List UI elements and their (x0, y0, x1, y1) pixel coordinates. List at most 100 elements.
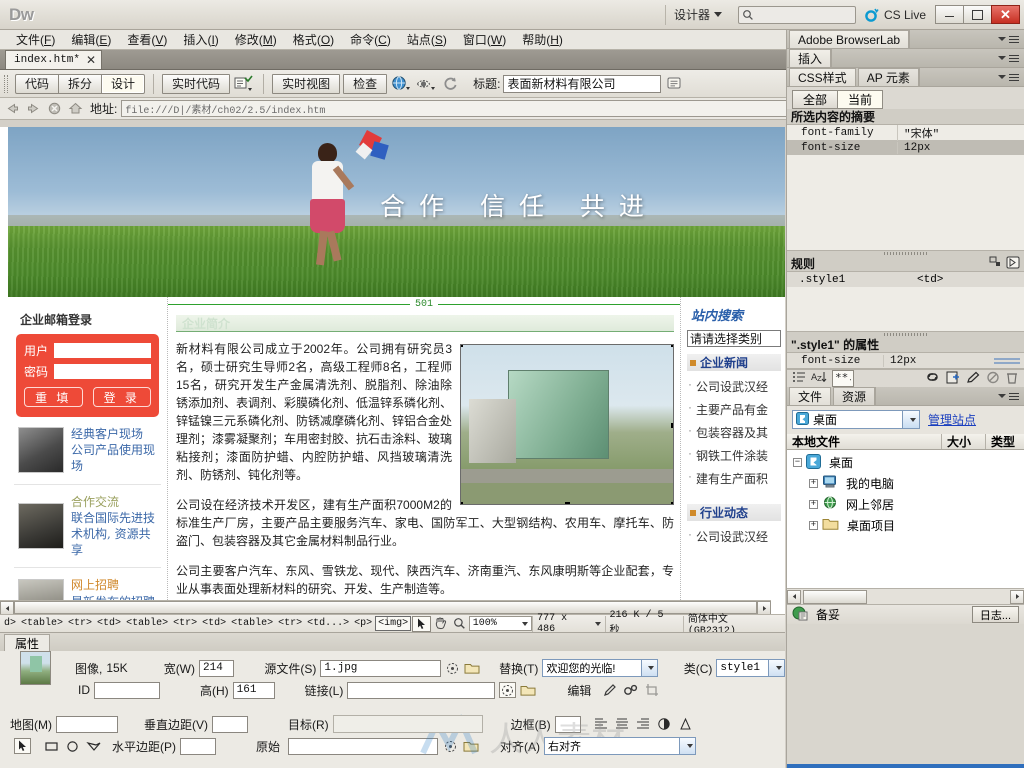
toolbar-grip[interactable] (4, 74, 8, 93)
files-panel-options[interactable] (875, 387, 1024, 405)
log-button[interactable]: 日志... (971, 606, 1019, 623)
width-input[interactable]: 214 (199, 659, 235, 677)
css-prop-row[interactable]: font-size 12px (787, 353, 1024, 368)
tree-row-my-computer[interactable]: + 我的电脑 (787, 473, 1024, 494)
align-left-icon[interactable] (593, 716, 610, 732)
tab-insert[interactable]: 插入 (789, 49, 832, 67)
stop-icon[interactable] (46, 100, 63, 117)
css-prop-stepper-icon[interactable] (994, 357, 1024, 364)
class-select[interactable]: style1 (716, 659, 786, 677)
col-type[interactable]: 类型 (986, 434, 1024, 449)
mail-pass-input[interactable] (54, 364, 151, 379)
tab-files[interactable]: 文件 (789, 387, 832, 405)
tag-chip[interactable]: <tr> (171, 617, 199, 630)
close-icon[interactable]: ✕ (86, 53, 96, 68)
expander-icon[interactable]: + (809, 500, 818, 509)
globe-icon[interactable] (390, 74, 412, 94)
properties-tab[interactable]: 属性 (4, 634, 51, 651)
live-view-button[interactable]: 实时视图 (272, 73, 341, 94)
about-view-icon[interactable] (1006, 256, 1020, 272)
point-to-file-icon[interactable] (442, 738, 459, 754)
page-banner[interactable]: 合作 信任 共进 (8, 127, 785, 297)
site-select[interactable]: 桌面 (792, 410, 920, 429)
tree-row-network[interactable]: + 网上邻居 (787, 494, 1024, 515)
category-view-icon[interactable] (792, 371, 806, 386)
pointer-hotspot-icon[interactable] (14, 738, 31, 754)
css-summary-row[interactable]: font-size 12px (787, 140, 1024, 155)
map-input[interactable] (56, 715, 118, 733)
delete-icon[interactable] (1005, 371, 1019, 387)
menu-insert[interactable]: 插入(I) (175, 29, 226, 50)
mail-reset-button[interactable]: 重 填 (24, 387, 83, 407)
list-item[interactable]: 公司设武汉经 (687, 525, 781, 548)
tree-row-desktop-items[interactable]: + 桌面项目 (787, 515, 1024, 536)
poly-hotspot-icon[interactable] (85, 738, 102, 754)
border-input[interactable] (554, 715, 581, 733)
scroll-right-button[interactable] (1010, 589, 1024, 604)
mail-user-input[interactable] (54, 343, 151, 358)
list-view-icon[interactable]: AZ (811, 371, 827, 386)
brightness-icon[interactable] (656, 716, 673, 732)
files-horizontal-scrollbar[interactable] (787, 588, 1024, 604)
optimize-icon[interactable] (622, 682, 639, 698)
live-view-options-icon[interactable] (233, 74, 255, 94)
code-view-button[interactable]: 代码 (15, 73, 60, 94)
zoom-tool-icon[interactable] (450, 616, 469, 632)
scroll-left-button[interactable] (787, 589, 801, 604)
edit-rule-icon[interactable] (966, 371, 981, 387)
select-tool-icon[interactable] (412, 615, 432, 632)
sharpen-icon[interactable] (677, 716, 694, 732)
company-photo[interactable] (460, 344, 674, 505)
tag-chip[interactable]: <td> (200, 617, 228, 630)
cascade-view-icon[interactable] (989, 256, 1002, 272)
tag-chip-selected[interactable]: <img> (375, 616, 412, 631)
menu-file[interactable]: 文件(F) (8, 29, 63, 50)
manage-sites-link[interactable]: 管理站点 (928, 411, 976, 428)
tag-chip[interactable]: <tr> (66, 617, 94, 630)
close-button[interactable]: ✕ (991, 5, 1020, 24)
tag-chip[interactable]: <td> (95, 617, 123, 630)
rect-hotspot-icon[interactable] (43, 738, 60, 754)
scroll-left-button[interactable] (0, 601, 14, 615)
back-icon[interactable] (4, 100, 21, 117)
browse-folder-icon[interactable] (520, 682, 537, 698)
list-item[interactable]: 包装容器及其 (687, 421, 781, 444)
menu-window[interactable]: 窗口(W) (455, 29, 514, 50)
design-canvas[interactable]: 合作 信任 共进 企业邮箱登录 用户 密码 重 填 登 录 经典客户现场 公司产… (0, 127, 785, 614)
company-intro-text[interactable]: 新材料有限公司成立于2002年。公司拥有研究员3名，硕士研究生导师2名，高级工程… (176, 340, 674, 598)
eye-icon[interactable] (415, 74, 437, 94)
expander-icon[interactable]: + (809, 479, 818, 488)
menu-commands[interactable]: 命令(C) (342, 29, 399, 50)
forward-icon[interactable] (25, 100, 42, 117)
browserlab-panel-options[interactable] (909, 30, 1024, 48)
height-input[interactable]: 161 (232, 681, 275, 699)
menu-modify[interactable]: 修改(M) (227, 29, 285, 50)
css-panel-options[interactable] (918, 68, 1024, 86)
design-view-button[interactable]: 设计 (101, 73, 146, 94)
mail-login-button[interactable]: 登 录 (92, 387, 151, 407)
refresh-icon[interactable] (440, 74, 462, 94)
tab-css-styles[interactable]: CSS样式 (789, 68, 856, 86)
list-item[interactable]: 钢铁工件涂装 (687, 444, 781, 467)
category-select[interactable]: 请请选择类别 (687, 330, 781, 347)
list-item[interactable]: 主要产品有金 (687, 398, 781, 421)
tag-chip[interactable]: <td...> (305, 617, 351, 630)
menu-format[interactable]: 格式(O) (285, 29, 342, 50)
css-summary-list[interactable]: font-family "宋体" font-size 12px (787, 124, 1024, 251)
attach-stylesheet-icon[interactable] (924, 371, 941, 386)
workspace-switcher[interactable]: 设计器 (664, 4, 730, 25)
align-right-icon[interactable] (635, 716, 652, 732)
home-icon[interactable] (67, 100, 84, 117)
css-rules-list[interactable]: .style1 <td> (787, 272, 1024, 332)
promo-item[interactable]: 合作交流 联合国际先进技术机构, 资源共享 (14, 485, 161, 569)
css-all-button[interactable]: 全部 (792, 89, 839, 109)
link-input[interactable] (347, 681, 496, 699)
live-code-button[interactable]: 实时代码 (162, 73, 231, 94)
restore-button[interactable] (963, 5, 992, 24)
pencil-icon[interactable] (601, 682, 618, 698)
set-props-icon[interactable]: **↓ (832, 370, 855, 387)
new-rule-icon[interactable] (946, 371, 961, 387)
list-item[interactable]: 建有生产面积 (687, 467, 781, 490)
vspace-input[interactable] (212, 715, 248, 733)
tab-assets[interactable]: 资源 (833, 387, 876, 405)
